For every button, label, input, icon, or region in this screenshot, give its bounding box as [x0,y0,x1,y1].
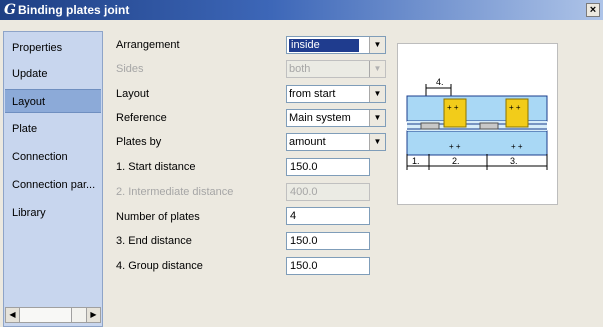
chevron-down-icon[interactable]: ▼ [369,86,385,102]
chevron-down-icon[interactable]: ▼ [369,134,385,150]
intermediate-distance-label: 2. Intermediate distance [116,186,234,198]
sidebar-item-update[interactable]: Update [5,62,101,86]
start-distance-input[interactable]: 150.0 [286,158,370,176]
sidebar-item-properties[interactable]: Properties [5,36,101,60]
layout-value: from start [289,88,336,100]
bolt-marks: + + [509,103,521,112]
scroll-thumb[interactable] [20,308,72,322]
chevron-down-icon: ▼ [369,61,385,77]
group-distance-label: 4. Group distance [116,260,203,272]
sidebar-horizontal-scrollbar[interactable]: ◀ ▶ [5,307,101,323]
close-button[interactable]: × [586,3,600,17]
plates-by-label: Plates by [116,136,162,148]
scroll-left-arrow-icon[interactable]: ◀ [6,308,20,322]
dimension-label-1: 1. [412,156,420,166]
reference-label: Reference [116,112,167,124]
number-of-plates-input[interactable]: 4 [286,207,370,225]
end-distance-label: 3. End distance [116,235,192,247]
plates-by-value: amount [289,136,326,148]
title-bar: G Binding plates joint × [0,0,603,20]
plate-section [420,122,440,130]
plate-section [479,122,499,130]
arrangement-value: inside [289,39,359,52]
intermediate-distance-input: 400.0 [286,183,370,201]
lower-beam [406,130,548,156]
start-distance-label: 1. Start distance [116,161,196,173]
bolt-marks: + + [511,142,523,151]
end-distance-input[interactable]: 150.0 [286,232,370,250]
sides-select: both ▼ [286,60,386,78]
sidebar-item-plate[interactable]: Plate [5,117,101,141]
number-of-plates-label: Number of plates [116,211,200,223]
dimension-label-2: 2. [452,156,460,166]
arrangement-select[interactable]: inside ▼ [286,36,386,54]
sides-value: both [289,63,311,75]
reference-select[interactable]: Main system ▼ [286,109,386,127]
bolt-marks: + + [447,103,459,112]
sidebar-item-connection[interactable]: Connection [5,145,101,169]
sides-label: Sides [116,63,144,75]
scroll-right-arrow-icon[interactable]: ▶ [86,308,100,322]
window-title: Binding plates joint [18,3,130,17]
binding-plates-diagram: 4. + + + + + + + + 1. 2. 3. [406,77,548,170]
sidebar-item-layout[interactable]: Layout [5,89,101,113]
layout-label: Layout [116,88,150,100]
arrangement-label: Arrangement [116,39,180,51]
sidebar-item-library[interactable]: Library [5,201,101,225]
dimension-label-4: 4. [436,77,444,87]
dimension-label-3: 3. [510,156,518,166]
app-logo-icon: G [4,2,16,18]
plates-by-select[interactable]: amount ▼ [286,133,386,151]
sidebar: Properties Update Layout Plate Connectio… [3,31,103,327]
reference-value: Main system [289,112,351,124]
bolt-marks: + + [449,142,461,151]
group-distance-input[interactable]: 150.0 [286,257,370,275]
sidebar-item-connection-parameters[interactable]: Connection par... [5,173,101,197]
chevron-down-icon[interactable]: ▼ [369,37,385,53]
layout-select[interactable]: from start ▼ [286,85,386,103]
chevron-down-icon[interactable]: ▼ [369,110,385,126]
layout-preview-image: 4. + + + + + + + + 1. 2. 3. [397,43,558,205]
